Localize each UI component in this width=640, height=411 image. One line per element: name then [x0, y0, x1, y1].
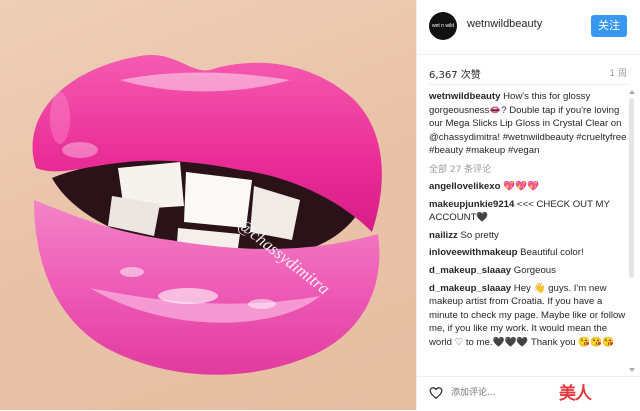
lips-illustration	[32, 55, 382, 375]
like-count[interactable]: 6,367 次赞	[429, 66, 481, 81]
post-header: wet n wild wetnwildbeauty 关注	[417, 0, 640, 55]
username-link[interactable]: wetnwildbeauty	[467, 18, 542, 30]
comment-user-link[interactable]: inloveewithmakeup	[429, 247, 518, 258]
comment-item: inloveewithmakeup Beautiful color!	[429, 246, 629, 260]
caption: wetnwildbeauty How's this for glossy gor…	[429, 90, 629, 158]
scroll-up-arrow-icon[interactable]	[629, 90, 635, 94]
comment-text: Beautiful color!	[517, 247, 584, 259]
scroll-down-arrow-icon[interactable]	[629, 368, 635, 372]
post-sidebar: wet n wild wetnwildbeauty 关注 6,367 次赞 1 …	[416, 0, 640, 410]
comment-item: makeupjunkie9214 <<< CHECK OUT MY ACCOUN…	[429, 198, 629, 225]
comment-item: angellovelikexo 💖💖💖	[429, 180, 629, 194]
comment-item: d_makeup_slaaay Hey 👋 guys. I'm new make…	[429, 282, 629, 350]
view-all-comments-link[interactable]: 全部 27 条评论	[429, 162, 629, 175]
comment-text: 💖💖💖	[500, 180, 539, 192]
post-photo[interactable]: @chassydimitra	[0, 0, 416, 410]
comment-text: So pretty	[457, 229, 499, 241]
avatar[interactable]: wet n wild	[429, 12, 457, 40]
comment-user-link[interactable]: d_makeup_slaaay	[429, 283, 511, 294]
heart-icon[interactable]	[429, 386, 443, 400]
comment-user-link[interactable]: wetnwildbeauty	[429, 91, 500, 102]
comment-user-link[interactable]: makeupjunkie9214	[429, 199, 514, 210]
comment-item: d_makeup_slaaay Gorgeous	[429, 264, 629, 278]
comment-list: wetnwildbeauty How's this for glossy gor…	[429, 90, 629, 372]
comment-input[interactable]	[451, 386, 551, 400]
comment-user-link[interactable]: nailizz	[429, 230, 458, 241]
scroll-thumb[interactable]	[629, 98, 634, 278]
instagram-post-window: @chassydimitra wet n wild wetnwildbeauty…	[0, 0, 640, 410]
comment-user-link[interactable]: angellovelikexo	[429, 181, 500, 192]
comment-item: nailizz So pretty	[429, 229, 629, 243]
post-footer: 美人	[417, 376, 640, 411]
comment-user-link[interactable]: d_makeup_slaaay	[429, 265, 511, 276]
comments-scrollbar[interactable]	[627, 90, 637, 372]
comment-text: Gorgeous	[511, 264, 556, 276]
site-watermark-logo: 美人	[559, 384, 592, 404]
follow-button[interactable]: 关注	[591, 15, 627, 37]
divider	[429, 84, 629, 85]
post-time: 1 周	[609, 69, 627, 79]
